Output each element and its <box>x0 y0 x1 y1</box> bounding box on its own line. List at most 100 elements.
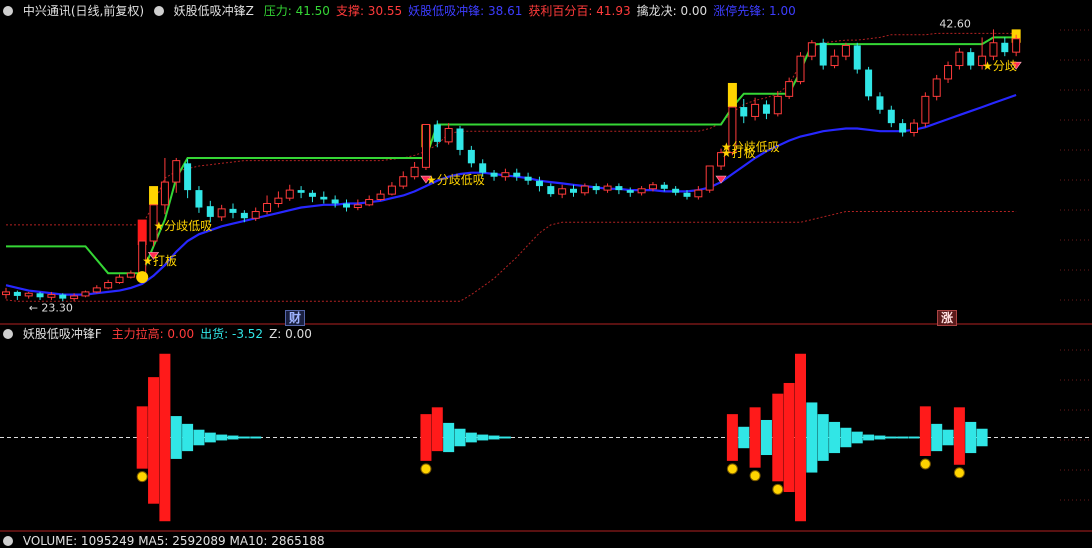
candle-body <box>444 127 453 143</box>
candle-body <box>331 199 339 204</box>
money-bag-icon <box>749 470 761 482</box>
candle-body <box>1001 42 1009 53</box>
candle-body <box>160 181 169 206</box>
main-pull-bar <box>772 393 784 482</box>
money-bag-icon <box>726 463 738 475</box>
distribution-bar <box>885 436 897 439</box>
candle-body <box>615 186 623 191</box>
distribution-bar <box>976 428 988 447</box>
candle-body <box>456 128 464 150</box>
header-value-4: 擒龙决: 0.00 <box>636 4 708 18</box>
distribution-bar <box>250 436 262 439</box>
candle-body <box>240 212 248 219</box>
candle-body <box>308 192 316 197</box>
indicator-name: 妖股低吸冲锋Z <box>173 4 254 18</box>
candle-body <box>807 42 816 57</box>
candle-body <box>1012 38 1021 53</box>
candle-body <box>967 52 975 66</box>
distribution-bar <box>829 421 841 454</box>
candle-body <box>206 206 214 217</box>
candle-body <box>705 165 714 191</box>
limit-up-marker[interactable]: 涨 <box>937 310 958 326</box>
distribution-bar <box>897 436 909 439</box>
candle-body <box>92 287 101 293</box>
candle-body <box>853 45 861 70</box>
candle-body <box>637 188 646 194</box>
candle-body <box>648 184 657 190</box>
candle-body <box>59 294 67 299</box>
candle-body <box>320 196 328 200</box>
candle-body <box>421 123 430 168</box>
distribution-bar <box>738 426 750 449</box>
gear-icon[interactable] <box>3 536 13 546</box>
candle-body <box>274 197 283 205</box>
signal-label: ★分歧低吸 <box>426 173 485 187</box>
candle-body <box>626 190 634 193</box>
main-pull-bar <box>136 406 148 469</box>
candle-body <box>297 190 305 193</box>
distribution-bar <box>840 427 852 448</box>
candle-body <box>399 176 408 187</box>
candle-body <box>24 292 33 297</box>
candle-body <box>524 176 532 181</box>
header-value-0: 压力: 41.50 <box>263 4 330 18</box>
main-pull-bar <box>953 407 965 465</box>
candle-body <box>887 109 895 124</box>
distribution-bar <box>170 416 182 459</box>
sub-indicator-header: 妖股低吸冲锋F 主力拉高: 0.00 出货: -3.52 Z: 0.00 <box>3 327 324 341</box>
main-pull-bar <box>148 377 160 504</box>
distribution-bar <box>965 421 977 454</box>
candle-body <box>36 293 44 298</box>
distribution-bar <box>227 435 239 440</box>
main-pull-bar <box>783 382 795 493</box>
candle-body <box>229 208 237 213</box>
distribution-bar <box>874 435 886 440</box>
gear-icon[interactable] <box>3 329 13 339</box>
distribution-bar <box>477 434 489 441</box>
sub-header-value-1: 出货: -3.52 <box>200 327 264 341</box>
main-pull-bar <box>749 407 761 468</box>
candle-body <box>921 95 930 124</box>
candle-body <box>955 51 964 67</box>
candle-body <box>876 96 884 110</box>
candle-body <box>81 291 90 297</box>
candle-body <box>570 188 577 193</box>
signal-label: ★打板 <box>142 254 177 268</box>
signal-label: ★分歧低吸 <box>154 219 213 233</box>
distribution-bar <box>454 428 466 447</box>
distribution-bar <box>182 423 194 452</box>
header-value-3: 获利百分百: 41.93 <box>528 4 631 18</box>
distribution-bar <box>499 436 511 439</box>
candle-body <box>513 172 521 177</box>
distribution-bar <box>488 435 500 440</box>
money-bag-icon <box>772 483 784 495</box>
candle-body <box>387 185 396 195</box>
candle-body <box>376 193 385 200</box>
money-bag-icon <box>136 471 148 483</box>
candle-body <box>683 192 691 197</box>
main-indicator-header: 中兴通讯(日线,前复权) 妖股低吸冲锋Z 压力: 41.50 支撑: 30.55 妖… <box>3 4 808 18</box>
gear-icon[interactable] <box>153 6 164 16</box>
candle-body <box>694 189 703 198</box>
candle-body <box>796 55 805 83</box>
finance-marker[interactable]: 财 <box>285 310 306 326</box>
candle-body <box>785 81 794 97</box>
sub-header-value-0: 主力拉高: 0.00 <box>111 327 195 341</box>
candle-body <box>660 184 668 189</box>
candle-body <box>195 190 203 208</box>
candle-body <box>104 282 113 289</box>
money-bag-icon <box>953 467 965 479</box>
candle-body <box>592 186 600 191</box>
distribution-bar <box>806 402 818 473</box>
header-value-5: 涨停先锋: 1.00 <box>713 4 796 18</box>
candle-body <box>490 172 498 177</box>
candle-body <box>410 166 419 178</box>
main-pull-bar <box>420 414 432 461</box>
distribution-bar <box>817 414 829 461</box>
candle-body <box>13 291 21 296</box>
candle-body <box>773 95 782 115</box>
candle-body <box>2 291 10 296</box>
distribution-bar <box>465 432 477 443</box>
candle-body <box>172 160 181 183</box>
gear-icon[interactable] <box>3 6 13 16</box>
